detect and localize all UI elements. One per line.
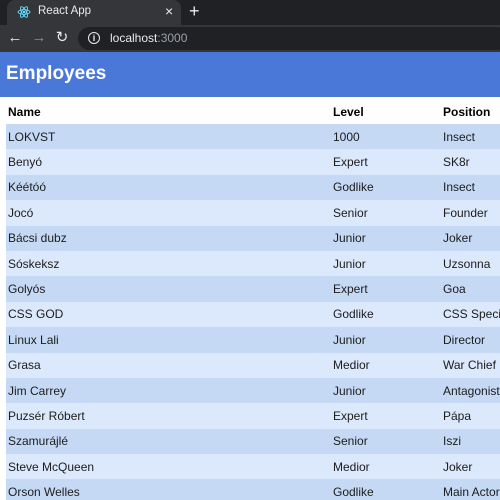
cell-level: Medior [331, 352, 441, 378]
table-row: Kéétóó Godlike Insect [6, 174, 500, 201]
cell-level: Junior [331, 377, 441, 404]
browser-toolbar: ← → ↻ i localhost:3000 [0, 25, 500, 52]
page-header: Employees [0, 52, 500, 97]
table-row: Sóskeksz Junior Uzsonna [6, 250, 500, 277]
react-logo-icon [17, 6, 31, 18]
cell-position: Director [441, 327, 500, 353]
table-row: Bácsi dubz Junior Joker [6, 225, 500, 251]
table-row: Golyós Expert Goa [6, 276, 500, 302]
table-row: Grasa Medior War Chief [6, 352, 500, 378]
cell-name: Puzsér Róbert [6, 403, 331, 429]
browser-tab-strip: React App × + [0, 0, 500, 25]
cell-level: Expert [331, 149, 441, 175]
reload-icon[interactable]: ↻ [52, 28, 72, 48]
cell-level: Senior [331, 428, 441, 455]
cell-name: Golyós [6, 276, 331, 302]
cell-name: Bácsi dubz [6, 225, 331, 251]
cell-name: Kéétóó [6, 174, 331, 201]
url-text[interactable]: localhost:3000 [110, 31, 187, 45]
cell-level: Junior [331, 327, 441, 353]
forward-arrow-icon[interactable]: → [29, 28, 49, 48]
cell-position: Uzsonna [441, 250, 500, 277]
column-header-level: Level [331, 100, 441, 124]
cell-position: Joker [441, 225, 500, 251]
cell-level: Godlike [331, 301, 441, 328]
cell-position: Pápa [441, 403, 500, 429]
url-host: localhost [110, 31, 158, 45]
table-row: Puzsér Róbert Expert Pápa [6, 403, 500, 429]
close-tab-icon[interactable]: × [165, 4, 173, 18]
column-header-position: Position [441, 100, 500, 124]
cell-name: Sóskeksz [6, 250, 331, 277]
table-header-row: Name Level Position [6, 100, 500, 124]
table-row: Orson Welles Godlike Main Actor [6, 479, 500, 500]
column-header-name: Name [6, 100, 331, 124]
cell-name: Grasa [6, 352, 331, 378]
employees-table: Name Level Position LOKVST 1000 Insect Beny… [6, 100, 500, 500]
table-row: Szamurájlé Senior Iszi [6, 428, 500, 455]
table-row: Jocó Senior Founder [6, 200, 500, 226]
table-row: LOKVST 1000 Insect [6, 124, 500, 150]
table-row: CSS GODGodlikeCSS Specialist [6, 301, 500, 328]
cell-name: Benyó [6, 149, 331, 175]
cell-position: Antagonist [441, 377, 500, 404]
cell-position: SK8r [441, 149, 500, 175]
cell-name: CSS GOD [6, 301, 331, 328]
table-row: Linux Lali Junior Director [6, 327, 500, 353]
cell-name: Steve McQueen [6, 454, 331, 480]
cell-level: 1000 [331, 124, 441, 150]
table-row: Jim Carrey Junior Antagonist [6, 377, 500, 404]
page-title: Employees [6, 63, 107, 84]
site-info-icon[interactable]: i [88, 32, 100, 44]
cell-name: Linux Lali [6, 327, 331, 353]
cell-position: Main Actor [441, 479, 500, 500]
cell-position: War Chief [441, 352, 500, 378]
tab-title: React App [38, 5, 92, 17]
cell-position: Joker [441, 454, 500, 480]
cell-name: LOKVST [6, 124, 331, 150]
table-row: Benyó Expert SK8r [6, 149, 500, 175]
back-arrow-icon[interactable]: ← [5, 28, 25, 48]
address-bar[interactable]: i localhost:3000 [78, 27, 500, 50]
cell-level: Godlike [331, 479, 441, 500]
cell-level: Expert [331, 276, 441, 302]
cell-level: Junior [331, 250, 441, 277]
cell-position: CSS Specialist [441, 301, 500, 328]
cell-name: Orson Welles [6, 479, 331, 500]
cell-position: Iszi [441, 428, 500, 455]
cell-level: Godlike [331, 174, 441, 201]
new-tab-icon[interactable]: + [189, 2, 200, 20]
cell-name: Jocó [6, 200, 331, 226]
table-row: Steve McQueen Medior Joker [6, 454, 500, 480]
cell-position: Insect [441, 124, 500, 150]
cell-level: Junior [331, 225, 441, 251]
cell-position: Insect [441, 174, 500, 201]
cell-position: Goa [441, 276, 500, 302]
page-content: Employees Name Level Position LOKVST 1000… [0, 52, 500, 500]
cell-name: Jim Carrey [6, 377, 331, 404]
cell-level: Medior [331, 454, 441, 480]
cell-name: Szamurájlé [6, 428, 331, 455]
url-port: :3000 [157, 31, 188, 45]
cell-level: Senior [331, 200, 441, 226]
cell-level: Expert [331, 403, 441, 429]
browser-tab[interactable]: React App × [7, 0, 181, 25]
cell-position: Founder [441, 200, 500, 226]
table-body: LOKVST 1000 Insect Benyó Expert SK8r Kéétóó God… [6, 124, 500, 500]
